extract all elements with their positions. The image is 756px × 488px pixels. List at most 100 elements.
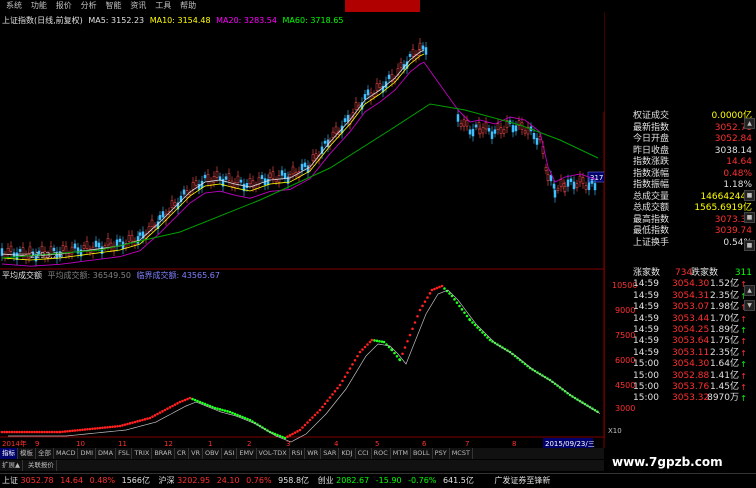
volume-dot [121,424,124,427]
trade-price: 3054.30 [672,279,710,290]
candle-body [266,178,270,185]
candle-body [546,174,550,181]
side-button-4[interactable]: ■ [744,240,755,251]
volume-dot [443,287,446,290]
info-row: 昨日收盘 3038.14 [605,146,756,158]
indicator-tab[interactable]: FSL [116,448,133,459]
candle-body [363,94,367,100]
watermark-text: www.7gpzb.com [612,455,723,469]
indicator-tab[interactable]: DMA [96,448,117,459]
volume-dot [15,430,19,434]
date-tick-9: 9 [35,440,39,448]
indicator-tab[interactable]: VR [189,448,204,459]
indicator-tab[interactable]: DMI [78,448,97,459]
candle-body [523,130,527,134]
indicator-tab[interactable]: PSY [433,448,450,459]
candle-body [21,247,25,255]
status-hs-value: 3202.95 [177,476,211,485]
volume-dot [373,339,376,342]
candle-body [6,248,10,255]
trade-price: 3054.30 [672,359,710,370]
volume-dot [143,418,147,421]
indicator-tab[interactable]: ROC [372,448,391,459]
indicator-tab[interactable]: RSI [290,448,306,459]
trade-volume: 1.45亿 [709,381,739,392]
candle-body [584,185,588,190]
trade-row: 14:59 3053.64 1.75亿 ↑ [605,336,756,347]
candle-body [366,89,370,96]
candle-body [456,114,460,122]
candle-body [73,243,77,249]
info-label: 指数振幅 [633,180,670,190]
volume-dot [53,430,56,434]
candle-body [274,179,278,183]
status-news[interactable]: 广发证券至锋新 [494,476,550,485]
indicator-tab[interactable]: EMV [237,448,257,459]
side-button-2[interactable]: ■ [744,190,755,201]
volume-dot [38,430,41,434]
candle-body [224,176,228,180]
status-sh-label[interactable]: 上证 [2,476,18,485]
volume-dot [328,396,332,399]
indicator-tab[interactable]: TRIX [132,448,153,459]
status-sh-value: 3052.78 [20,476,54,485]
volume-dot [173,403,177,406]
indicator-tab[interactable]: MACD [54,448,79,459]
volume-dot [395,354,399,358]
indicator-tab[interactable]: ASI [222,448,238,459]
volume-dot [35,430,39,434]
candle-body [544,167,548,171]
candle-body [532,132,536,140]
trade-price: 3053.11 [672,347,710,358]
index-info-panel: 权证成交 0.0000亿 最新指数 3052.78 今日开盘 3052.84 昨日收盘 3… [604,111,756,268]
trade-row: 14:59 3054.31 2.35亿 ↑ [605,291,756,302]
candle-body [484,122,488,130]
tab-related-quotes[interactable]: 关联报价 [26,460,57,471]
indicator-tab[interactable]: WR [305,448,322,459]
trade-time: 15:00 [633,359,659,370]
indicator-tab[interactable]: BOLL [411,448,433,459]
info-label: 总成交额 [633,203,670,213]
side-button-5[interactable]: ▲ [744,285,755,296]
volume-dot [78,428,82,432]
volume-dot [111,425,114,429]
date-tick-12: 12 [164,440,173,448]
volume-dot [291,432,294,436]
volume-dot [326,399,329,402]
indicator-tab[interactable]: CCI [356,448,372,459]
indicator-tab[interactable]: 模板 [18,448,36,459]
status-hs-label[interactable]: 沪深 [159,476,175,485]
volume-dot [13,430,16,434]
status-cy-label[interactable]: 创业 [318,476,334,485]
info-row: 最低指数 3039.74 [605,226,756,238]
volume-dot [43,430,46,434]
info-row: 最高指数 3073.30 [605,215,756,227]
indicator-tab[interactable]: VOL-TDX [257,448,290,459]
volume-dot [183,398,187,402]
indicator-tab[interactable]: MTM [391,448,411,459]
indicator-tab[interactable]: 指标 [0,448,18,459]
volume-dot [63,430,67,433]
side-button-6[interactable]: ▼ [744,300,755,311]
indicator-tab[interactable]: KDJ [339,448,356,459]
indicator-tab[interactable]: MCST [450,448,473,459]
volume-dot [288,434,292,437]
indicator-tab[interactable]: BRAR [152,448,175,459]
side-button-3[interactable]: ■ [744,212,755,223]
info-row: 指数涨幅 0.48% [605,169,756,181]
trade-row: 14:593054.301.52亿↑ [605,279,756,290]
indicator-tab[interactable]: OBV [203,448,222,459]
indicator-tab[interactable]: 全部 [36,448,54,459]
candle-body [233,182,237,188]
side-button-1[interactable]: ▲ [744,118,755,129]
tab-expand[interactable]: 扩展▲ [0,460,23,471]
volume-header: 平均成交额 平均成交额: 36549.50 临界成交额: 43565.67 [2,271,220,281]
candle-body [566,179,570,187]
candle-body [481,127,485,134]
volume-dot [156,412,159,416]
indicator-tab[interactable]: CR [175,448,190,459]
trade-time: 14:59 [633,279,659,290]
volume-dot [88,427,92,431]
date-tick-3: 3 [286,440,290,448]
indicator-tab[interactable]: SAR [321,448,340,459]
